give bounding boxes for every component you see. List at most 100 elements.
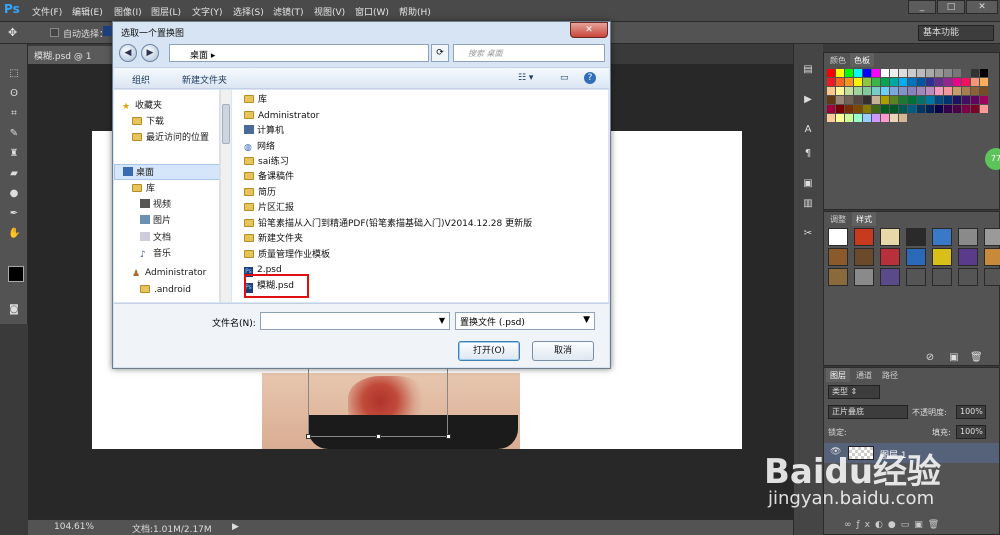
address-bar[interactable]: 桌面 ▸ — [169, 44, 429, 62]
color-swatch[interactable] — [908, 87, 916, 95]
color-swatch[interactable] — [962, 78, 970, 86]
color-swatch[interactable] — [917, 96, 925, 104]
chevron-down-icon[interactable]: ▼ — [434, 312, 450, 330]
color-swatch[interactable] — [917, 105, 925, 113]
dialog-close-button[interactable]: ✕ — [570, 22, 608, 38]
color-swatch[interactable] — [962, 87, 970, 95]
tab-color[interactable]: 颜色 — [826, 53, 850, 67]
eyedropper-tool-icon[interactable]: ✎ — [8, 128, 20, 140]
search-input[interactable]: 搜索 桌面 — [453, 44, 605, 62]
move-tool-icon[interactable]: ✥ — [8, 26, 17, 39]
color-swatch[interactable] — [845, 69, 853, 77]
color-swatch[interactable] — [908, 96, 916, 104]
color-swatch[interactable] — [845, 105, 853, 113]
color-swatch[interactable] — [917, 69, 925, 77]
info-panel-icon[interactable]: ▣ — [802, 178, 814, 190]
color-swatch[interactable] — [953, 87, 961, 95]
tab-channels[interactable]: 通道 — [852, 368, 876, 382]
color-swatch[interactable] — [917, 78, 925, 86]
color-swatch[interactable] — [845, 96, 853, 104]
color-swatch[interactable] — [854, 78, 862, 86]
style-swatch[interactable] — [958, 248, 978, 266]
color-swatch[interactable] — [971, 87, 979, 95]
color-swatch[interactable] — [899, 69, 907, 77]
nav-downloads[interactable]: 下载 — [114, 114, 219, 130]
minimize-button[interactable]: _ — [908, 0, 936, 14]
color-swatch[interactable] — [935, 105, 943, 113]
color-swatch[interactable] — [971, 69, 979, 77]
color-swatch[interactable] — [962, 105, 970, 113]
color-swatch[interactable] — [962, 69, 970, 77]
color-swatch[interactable] — [899, 105, 907, 113]
layer-actions-icons[interactable]: ∞ƒx◐●▭▣🗑 — [844, 520, 944, 530]
color-swatch[interactable] — [953, 69, 961, 77]
color-swatch[interactable] — [944, 78, 952, 86]
status-arrow-icon[interactable]: ▶ — [232, 522, 239, 532]
color-swatch[interactable] — [872, 96, 880, 104]
blur-tool-icon[interactable]: ● — [8, 188, 20, 200]
color-swatch[interactable] — [890, 105, 898, 113]
color-swatch[interactable] — [926, 87, 934, 95]
file-item[interactable]: 库 — [244, 93, 267, 108]
tab-styles[interactable]: 样式 — [852, 212, 876, 226]
color-swatch[interactable] — [926, 69, 934, 77]
color-swatch[interactable] — [863, 96, 871, 104]
menu-file[interactable]: 文件(F) — [32, 5, 62, 18]
forward-button[interactable]: ▶ — [141, 44, 159, 62]
color-swatch[interactable] — [836, 105, 844, 113]
notes-panel-icon[interactable]: ▥ — [802, 198, 814, 210]
menu-edit[interactable]: 编辑(E) — [72, 5, 103, 18]
workspace-select[interactable]: 基本功能 — [918, 25, 994, 41]
color-swatch[interactable] — [827, 105, 835, 113]
style-swatch[interactable] — [854, 268, 874, 286]
color-swatch[interactable] — [836, 96, 844, 104]
color-swatch[interactable] — [935, 87, 943, 95]
color-swatch[interactable] — [935, 78, 943, 86]
style-swatch[interactable] — [880, 248, 900, 266]
foreground-color-swatch[interactable] — [8, 266, 24, 282]
color-swatch[interactable] — [854, 96, 862, 104]
file-item[interactable]: Administrator — [244, 109, 319, 124]
style-swatch[interactable] — [984, 248, 1000, 266]
color-swatch[interactable] — [827, 114, 835, 122]
delete-style-icon[interactable]: 🗑 — [970, 352, 983, 364]
color-swatch[interactable] — [881, 69, 889, 77]
fill-input[interactable]: 100% — [956, 425, 986, 439]
style-swatch[interactable] — [906, 228, 926, 246]
color-swatch[interactable] — [944, 105, 952, 113]
color-swatch[interactable] — [872, 105, 880, 113]
file-item[interactable]: 片区汇报 — [244, 201, 294, 216]
nav-videos[interactable]: 视频 — [114, 197, 219, 213]
tools-preset-icon[interactable]: ✂ — [802, 228, 814, 240]
color-swatch[interactable] — [890, 87, 898, 95]
color-swatch[interactable] — [926, 78, 934, 86]
scroll-thumb[interactable] — [222, 104, 230, 144]
style-swatch[interactable] — [906, 268, 926, 286]
new-style-icon[interactable]: ▣ — [948, 352, 960, 364]
transform-handle[interactable] — [446, 434, 451, 439]
style-swatch[interactable] — [958, 228, 978, 246]
menu-filter[interactable]: 滤镜(T) — [273, 5, 304, 18]
refresh-button[interactable]: ⟳ — [431, 44, 449, 62]
color-swatch[interactable] — [953, 96, 961, 104]
style-swatch[interactable] — [828, 228, 848, 246]
no-style-icon[interactable]: ⊘ — [924, 352, 936, 364]
color-swatch[interactable] — [971, 78, 979, 86]
color-swatch[interactable] — [863, 69, 871, 77]
color-swatch[interactable] — [935, 69, 943, 77]
history-panel-icon[interactable]: ▤ — [802, 64, 814, 76]
lasso-tool-icon[interactable]: ʘ — [8, 88, 20, 100]
zoom-level[interactable]: 104.61% — [54, 522, 94, 532]
color-swatch[interactable] — [971, 96, 979, 104]
new-folder-button[interactable]: 新建文件夹 — [182, 73, 227, 86]
style-swatch[interactable] — [984, 268, 1000, 286]
color-swatch[interactable] — [872, 69, 880, 77]
style-swatch[interactable] — [854, 228, 874, 246]
transform-handle[interactable] — [306, 434, 311, 439]
menu-select[interactable]: 选择(S) — [233, 5, 264, 18]
style-swatch[interactable] — [984, 228, 1000, 246]
color-swatch[interactable] — [899, 114, 907, 122]
view-options-icon[interactable]: ☷ ▾ — [518, 73, 533, 83]
style-swatch[interactable] — [880, 228, 900, 246]
style-swatch[interactable] — [828, 248, 848, 266]
